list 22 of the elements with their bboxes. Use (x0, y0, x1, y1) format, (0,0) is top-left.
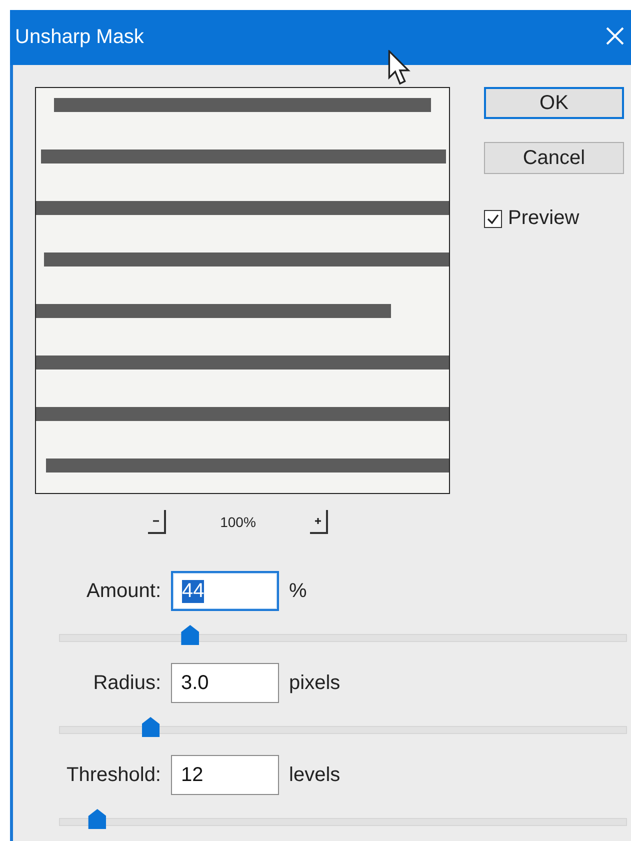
plus-icon (313, 516, 323, 526)
unit-label: pixels (289, 672, 340, 694)
pointer-icon (388, 50, 412, 86)
checkbox[interactable] (484, 210, 502, 228)
unit-label: % (289, 580, 307, 602)
input-field[interactable]: 3.0 (171, 663, 279, 703)
window-title: Unsharp Mask (15, 26, 144, 49)
slider-thumb[interactable] (142, 717, 160, 737)
checkbox-label: Preview (508, 207, 580, 230)
slider-thumb[interactable] (181, 625, 200, 645)
unit-label: levels (289, 764, 340, 786)
ok-button[interactable]: OK (484, 87, 624, 119)
field-label: Threshold: (66, 764, 161, 786)
cancel-button[interactable]: Cancel (484, 142, 624, 174)
slider-thumb[interactable] (88, 809, 106, 829)
close-icon[interactable] (605, 26, 625, 46)
input-field[interactable]: 12 (171, 755, 279, 795)
field-label: Amount: (86, 580, 161, 602)
field-label: Radius: (92, 672, 161, 694)
zoom-level: 100% (219, 514, 257, 530)
selected-text: 44 (182, 580, 204, 602)
input-field[interactable]: 44 (171, 571, 279, 611)
